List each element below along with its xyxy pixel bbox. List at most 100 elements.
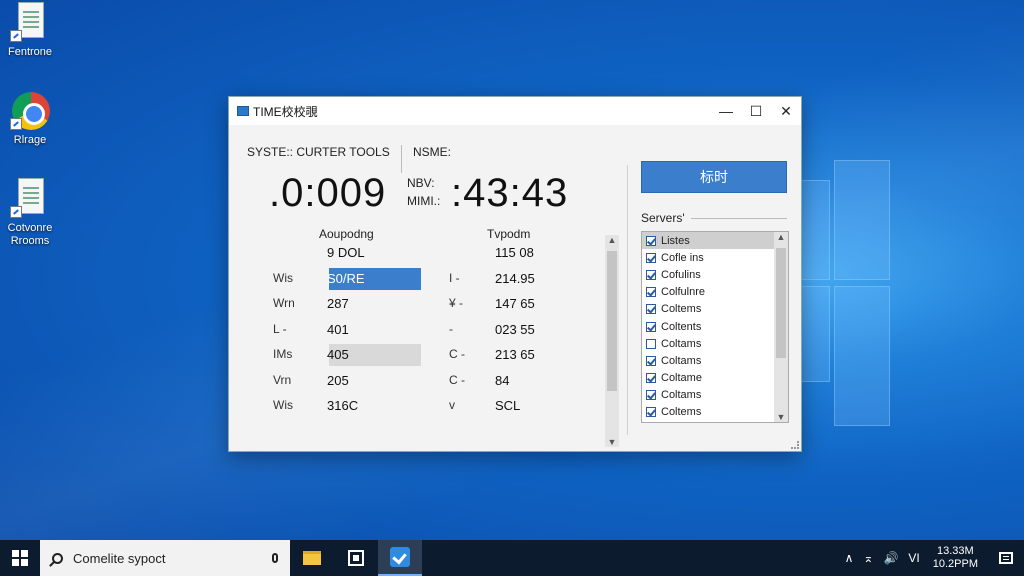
notification-icon — [999, 552, 1013, 564]
sync-time-button[interactable]: 标时 — [641, 161, 787, 193]
desktop-icon-rlrage[interactable]: Rlrage — [0, 90, 62, 147]
network-icon[interactable]: ⌅ — [863, 551, 873, 565]
taskbar-time-app[interactable] — [378, 540, 422, 576]
checkbox-icon[interactable] — [646, 269, 656, 280]
title-bar[interactable]: TIME校校覗 — ☐ ✕ — [229, 97, 801, 125]
panel-divider — [627, 165, 628, 435]
desktop-icon-cotvonre[interactable]: Cotvonre Rrooms — [0, 178, 62, 248]
row-left-label: Wrn — [273, 296, 295, 310]
listbox-scrollbar-thumb[interactable] — [776, 248, 786, 358]
resize-grip[interactable] — [791, 441, 799, 449]
column-header-right: Tvpodm — [487, 227, 531, 241]
checkbox-icon[interactable] — [646, 304, 656, 315]
nbv-label: NBV: — [407, 176, 435, 190]
time-app-icon — [390, 547, 410, 567]
server-list-label: Coltams — [661, 337, 702, 350]
search-icon — [52, 552, 63, 564]
volume-icon[interactable]: 🔊 — [883, 551, 898, 565]
file-icon — [10, 2, 50, 42]
server-list-item[interactable]: Coltents — [642, 318, 774, 335]
language-indicator[interactable]: VI — [908, 551, 919, 565]
row-left-value[interactable]: 205 — [327, 373, 349, 388]
search-box[interactable]: Comelite sypoct — [40, 540, 290, 576]
row-left-value[interactable]: 401 — [327, 322, 349, 337]
table-scrollbar[interactable]: ▲ ▼ — [605, 235, 619, 447]
server-list-item[interactable]: Coltams — [642, 335, 774, 352]
row-left-value[interactable]: 405 — [327, 347, 349, 362]
server-list-label: Coltems — [661, 303, 702, 316]
scrollbar-thumb[interactable] — [607, 251, 617, 391]
server-list-item[interactable]: Listes — [642, 232, 774, 250]
row-right-value[interactable]: 84 — [495, 373, 509, 388]
server-list-item[interactable]: Coltams — [642, 387, 774, 404]
row-right-label: C - — [449, 372, 465, 387]
close-button[interactable]: ✕ — [771, 97, 801, 125]
server-listbox[interactable]: Listes Cofle ins Cofulins Colfulnre Coltems C… — [641, 231, 789, 423]
column-header-left: Aoupodng — [319, 227, 374, 241]
maximize-button[interactable]: ☐ — [741, 97, 771, 125]
server-list-label: Coltame — [661, 372, 702, 385]
time-sync-window: TIME校校覗 — ☐ ✕ SYSTE:: CURTER TOOLS NSME:… — [228, 96, 802, 452]
server-list-item[interactable]: Colfulnre — [642, 284, 774, 301]
server-list-label: Coltams — [661, 389, 702, 402]
checkbox-icon[interactable] — [646, 407, 656, 418]
server-list-label: Listes — [661, 234, 690, 247]
checkbox-icon[interactable] — [646, 287, 656, 298]
row-left-value[interactable]: 316C — [327, 398, 358, 413]
listbox-scrollbar[interactable]: ▲ ▼ — [774, 232, 788, 422]
row-right-label: I - — [449, 270, 460, 285]
row-right-value[interactable]: 023 55 — [495, 322, 535, 337]
row-left-value[interactable]: S0/RE — [327, 271, 365, 286]
row-left-label: Vrn — [273, 372, 292, 387]
server-list-item[interactable]: Coltame — [642, 370, 774, 387]
checkbox-icon[interactable] — [646, 390, 656, 401]
row-right-value[interactable]: 214.95 — [495, 271, 535, 286]
row-left-value[interactable]: 287 — [327, 296, 349, 311]
system-tray: ∧ ⌅ 🔊 VI 13.33M 10.2PPM — [840, 540, 1024, 576]
minimize-button[interactable]: — — [711, 97, 741, 125]
row-left-value[interactable]: 9 DOL — [327, 245, 365, 260]
server-list-label: Cofle ins — [661, 251, 704, 264]
checkbox-icon[interactable] — [646, 338, 656, 349]
time-right-display: :43:43 — [451, 171, 569, 215]
server-list-item[interactable]: Coltams — [642, 352, 774, 369]
server-list-item[interactable]: Coltems — [642, 301, 774, 318]
server-list-item[interactable]: Cofulins — [642, 266, 774, 283]
checkbox-icon[interactable] — [646, 373, 656, 384]
document-icon — [10, 178, 50, 218]
desktop-icon-fentrone[interactable]: Fentrone — [0, 2, 62, 59]
row-right-value[interactable]: SCL — [495, 398, 520, 413]
system-label: SYSTE:: CURTER TOOLS — [247, 145, 390, 159]
tray-chevron-icon[interactable]: ∧ — [845, 551, 854, 565]
servers-divider — [691, 218, 787, 219]
server-list-label: Cofulins — [661, 268, 701, 281]
row-right-value[interactable]: 147 65 — [495, 296, 535, 311]
checkbox-icon[interactable] — [646, 355, 656, 366]
microphone-icon[interactable] — [272, 553, 278, 563]
row-right-label: ¥ - — [449, 296, 464, 310]
row-right-value[interactable]: 213 65 — [495, 347, 535, 362]
taskbar-file-explorer[interactable] — [290, 540, 334, 576]
checkbox-icon[interactable] — [646, 252, 656, 263]
time-left-display: .0:009 — [269, 171, 387, 215]
row-left-label: Wis — [273, 398, 293, 412]
desktop-icon-label: Cotvonre Rrooms — [7, 222, 53, 247]
taskbar-store[interactable] — [334, 540, 378, 576]
header-divider — [401, 145, 402, 173]
desktop-icon-label: Rlrage — [13, 134, 47, 146]
row-right-value[interactable]: 115 08 — [495, 245, 534, 260]
name-label: NSME: — [413, 145, 452, 159]
clock[interactable]: 13.33M 10.2PPM — [933, 545, 978, 571]
store-icon — [348, 550, 364, 566]
checkbox-icon[interactable] — [646, 321, 656, 332]
start-button[interactable] — [0, 540, 40, 576]
clock-time: 13.33M — [937, 545, 974, 557]
chrome-icon — [10, 90, 50, 130]
folder-icon — [303, 551, 321, 565]
server-list-label: Coltems — [661, 406, 702, 419]
server-list-item[interactable]: Cofle ins — [642, 249, 774, 266]
server-list-item[interactable]: Coltems — [642, 404, 774, 421]
notification-center-button[interactable] — [988, 540, 1024, 576]
taskbar: Comelite sypoct ∧ ⌅ 🔊 VI 13.33M 10.2PPM — [0, 540, 1024, 576]
checkbox-icon[interactable] — [646, 235, 656, 246]
